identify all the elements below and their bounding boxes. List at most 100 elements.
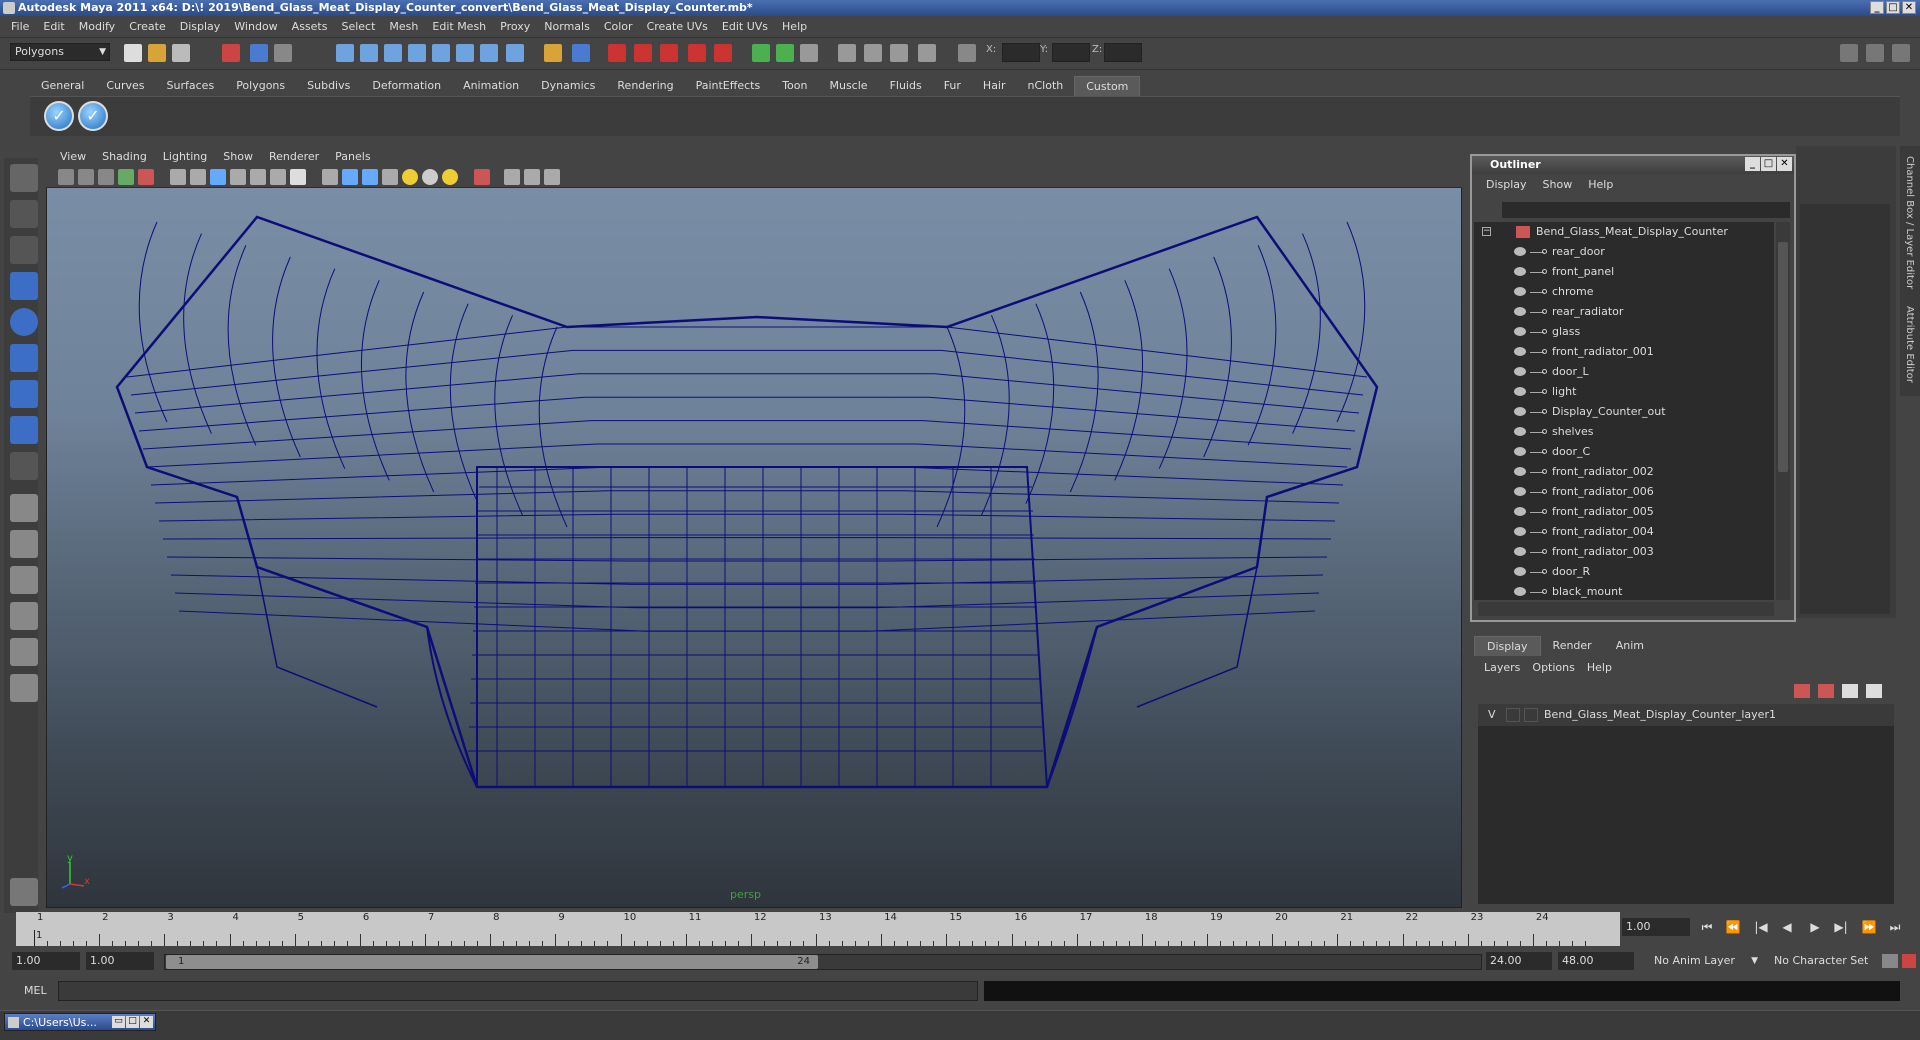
z-field[interactable] [1104, 43, 1142, 62]
range-slider-handle[interactable]: 1 24 [166, 955, 818, 969]
image-plane-icon[interactable] [118, 169, 134, 185]
tab-painteffects[interactable]: PaintEffects [685, 76, 772, 96]
outliner-vertical-scrollbar[interactable] [1776, 222, 1790, 600]
menu-set-dropdown[interactable]: Polygons ▼ [10, 43, 110, 61]
render-settings-icon[interactable] [660, 44, 678, 62]
outliner-item-row[interactable]: door_C [1474, 442, 1774, 462]
two-d-pan-zoom-icon[interactable] [138, 169, 154, 185]
move-layer-down-icon[interactable] [1866, 684, 1882, 698]
scale-tool-icon[interactable] [10, 344, 38, 372]
render-icon[interactable] [608, 44, 626, 62]
step-forward-key-button[interactable]: ⏩ [1858, 918, 1880, 936]
snap-plane-icon[interactable] [408, 44, 426, 62]
snap-surface-icon[interactable] [432, 44, 450, 62]
outliner-item-row[interactable]: black_mount [1474, 582, 1774, 600]
tab-display-layers[interactable]: Display [1474, 636, 1541, 656]
outliner-item-row[interactable]: rear_door [1474, 242, 1774, 262]
menu-create-uvs[interactable]: Create UVs [640, 20, 715, 33]
outliner-item-row[interactable]: front_radiator_005 [1474, 502, 1774, 522]
minimized-window-item[interactable]: C:\Users\Us... ▭ □ ✕ [4, 1013, 156, 1031]
gate-mask-icon[interactable] [230, 169, 246, 185]
open-scene-icon[interactable] [148, 44, 166, 62]
current-time-marker[interactable] [34, 930, 35, 946]
camera-select-icon[interactable] [58, 169, 74, 185]
backface-culling-icon[interactable] [544, 169, 560, 185]
layer-menu-layers[interactable]: Layers [1478, 661, 1526, 674]
snap-grid-icon[interactable] [336, 44, 354, 62]
new-scene-icon[interactable] [124, 44, 142, 62]
snap-point-icon[interactable] [384, 44, 402, 62]
tab-polygons[interactable]: Polygons [225, 76, 296, 96]
shadows-icon[interactable] [422, 169, 438, 185]
new-layer-from-selection-icon[interactable] [1818, 684, 1834, 698]
tab-toon[interactable]: Toon [771, 76, 818, 96]
move-tool-icon[interactable] [10, 272, 38, 300]
outliner-item-row[interactable]: rear_radiator [1474, 302, 1774, 322]
channel-lock-icon[interactable] [800, 44, 818, 62]
playback-start-field[interactable]: 1.00 [86, 952, 154, 970]
outliner-item-row[interactable]: door_L [1474, 362, 1774, 382]
outliner-item-row[interactable]: front_radiator_001 [1474, 342, 1774, 362]
outliner-item-row[interactable]: Display_Counter_out [1474, 402, 1774, 422]
tab-anim-layers[interactable]: Anim [1604, 636, 1656, 656]
tab-curves[interactable]: Curves [95, 76, 155, 96]
step-forward-frame-button[interactable]: ▶| [1830, 918, 1852, 936]
layer-color-swatch[interactable] [1524, 708, 1538, 722]
anim-layer-dropdown[interactable]: No Anim Layer ▼ [1650, 952, 1762, 970]
select-tool-icon[interactable] [10, 164, 38, 192]
input-line-icon[interactable] [776, 44, 794, 62]
viewport-menu-shading[interactable]: Shading [94, 150, 155, 163]
outliner-item-row[interactable]: front_radiator_004 [1474, 522, 1774, 542]
auto-key-icon[interactable] [1882, 954, 1898, 968]
show-tool-settings-icon[interactable] [1866, 44, 1884, 62]
menu-edit[interactable]: Edit [36, 20, 71, 33]
grid-toggle-icon[interactable] [170, 169, 186, 185]
outliner-item-row[interactable]: shelves [1474, 422, 1774, 442]
viewport-menu-panels[interactable]: Panels [327, 150, 378, 163]
menu-window[interactable]: Window [227, 20, 284, 33]
tab-surfaces[interactable]: Surfaces [156, 76, 226, 96]
outliner-horizontal-scrollbar[interactable] [1478, 602, 1774, 616]
rotate-tool-icon[interactable] [10, 308, 38, 336]
construction-history-icon[interactable] [572, 44, 590, 62]
minimize-button[interactable]: _ [1870, 1, 1884, 14]
help-icon[interactable] [506, 44, 524, 62]
graph-icon[interactable] [918, 44, 936, 62]
tab-render-layers[interactable]: Render [1541, 636, 1604, 656]
soft-mod-tool-icon[interactable] [10, 416, 38, 444]
perspective-viewport[interactable] [46, 146, 1462, 908]
menu-file[interactable]: File [4, 20, 36, 33]
tab-deformation[interactable]: Deformation [361, 76, 452, 96]
layer-row[interactable]: V Bend_Glass_Meat_Display_Counter_layer1 [1478, 704, 1894, 726]
outliner-item-row[interactable]: front_radiator_006 [1474, 482, 1774, 502]
outliner-list[interactable]: − Bend_Glass_Meat_Display_Counter rear_d… [1474, 222, 1774, 600]
close-button[interactable]: ✕ [1902, 1, 1916, 14]
outliner-menu-help[interactable]: Help [1580, 178, 1621, 191]
select-component-icon[interactable] [274, 44, 292, 62]
restore-button[interactable]: ▭ [112, 1016, 125, 1028]
tab-channel-box-layer-editor[interactable]: Channel Box / Layer Editor [1904, 156, 1915, 289]
outliner-menu-display[interactable]: Display [1478, 178, 1535, 191]
menu-mesh[interactable]: Mesh [382, 20, 425, 33]
single-perspective-layout-icon[interactable] [10, 494, 38, 522]
step-back-frame-button[interactable]: |◀ [1750, 918, 1772, 936]
layer-menu-help[interactable]: Help [1581, 661, 1618, 674]
viewport-menu-show[interactable]: Show [215, 150, 261, 163]
current-frame-field[interactable]: 1.00 [1622, 918, 1690, 936]
tab-attribute-editor[interactable]: Attribute Editor [1904, 306, 1915, 383]
transform-mode-icon[interactable] [958, 44, 976, 62]
menu-edit-mesh[interactable]: Edit Mesh [425, 20, 493, 33]
animation-end-field[interactable]: 48.00 [1558, 952, 1634, 970]
xray-joints-icon[interactable] [524, 169, 540, 185]
show-attribute-editor-icon[interactable] [1840, 44, 1858, 62]
tab-ncloth[interactable]: nCloth [1017, 76, 1075, 96]
viewport-menu-lighting[interactable]: Lighting [155, 150, 215, 163]
new-layer-icon[interactable] [1794, 684, 1810, 698]
ipr-render-icon[interactable] [634, 44, 652, 62]
go-to-start-button[interactable]: ⏮ [1696, 918, 1718, 936]
textured-icon[interactable] [382, 169, 398, 185]
menu-help[interactable]: Help [775, 20, 814, 33]
outliner-filter-input[interactable] [1502, 202, 1790, 218]
menu-assets[interactable]: Assets [285, 20, 335, 33]
paint-select-tool-icon[interactable] [10, 236, 38, 264]
